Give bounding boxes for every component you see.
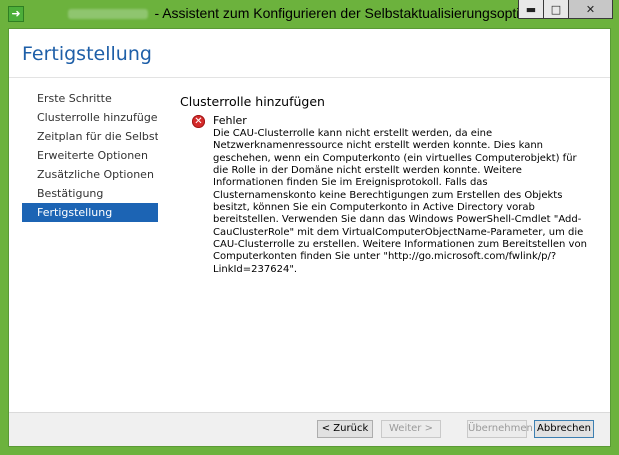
wizard-client-area: Fertigstellung Erste Schritte Clusterrol… [8, 28, 611, 447]
wizard-nav: Erste Schritte Clusterrolle hinzufügen Z… [22, 89, 158, 222]
cancel-button[interactable]: Abbrechen [534, 420, 594, 438]
wizard-window: ➜ - Assistent zum Konfigurieren der Selb… [0, 0, 619, 455]
page-title: Fertigstellung [22, 43, 152, 65]
nav-item-erweiterte-optionen[interactable]: Erweiterte Optionen [22, 146, 158, 165]
nav-item-fertigstellung[interactable]: Fertigstellung [22, 203, 158, 222]
nav-item-zeitplan[interactable]: Zeitplan für die Selbstakt... [22, 127, 158, 146]
minimize-button[interactable]: ▬ [518, 0, 544, 19]
next-button[interactable]: Weiter > [381, 420, 441, 438]
header-divider [9, 77, 610, 78]
error-label: Fehler [213, 114, 247, 127]
window-title-text: - Assistent zum Konfigurieren der Selbst… [154, 5, 551, 21]
nav-item-bestaetigung[interactable]: Bestätigung [22, 184, 158, 203]
close-button[interactable]: ✕ [568, 0, 613, 19]
apply-button[interactable]: Übernehmen [467, 420, 533, 438]
back-button[interactable]: < Zurück [317, 420, 373, 438]
obscured-title-part [68, 9, 149, 20]
error-message: Die CAU-Clusterrolle kann nicht erstellt… [213, 128, 587, 275]
result-panel: Clusterrolle hinzufügen ✕ Fehler Die CAU… [174, 89, 594, 275]
title-bar[interactable]: ➜ - Assistent zum Konfigurieren der Selb… [0, 0, 619, 28]
maximize-button[interactable]: □ [543, 0, 569, 19]
nav-item-clusterrolle[interactable]: Clusterrolle hinzufügen [22, 108, 158, 127]
button-bar: < Zurück Weiter > Übernehmen Abbrechen [9, 413, 610, 446]
nav-item-erste-schritte[interactable]: Erste Schritte [22, 89, 158, 108]
error-icon: ✕ [192, 115, 205, 128]
window-controls: ▬ □ ✕ [518, 0, 613, 20]
section-title: Clusterrolle hinzufügen [180, 94, 325, 109]
nav-item-zusaetzliche-optionen[interactable]: Zusätzliche Optionen [22, 165, 158, 184]
